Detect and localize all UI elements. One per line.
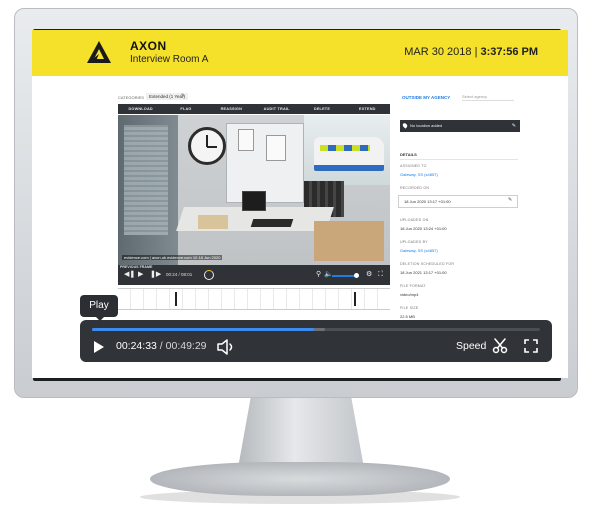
monitor-foot <box>150 462 450 496</box>
total-duration: 00:49:29 <box>165 340 207 352</box>
location-text: No location added <box>410 123 443 128</box>
inner-fullscreen-icon[interactable]: ⛶ <box>378 271 383 279</box>
timeline-marker[interactable] <box>354 292 356 306</box>
details-heading: DETAILS <box>400 152 417 157</box>
current-ampm: PM <box>521 46 539 58</box>
reassign-button[interactable]: REASSIGN <box>209 104 254 114</box>
audit-trail-button[interactable]: AUDIT TRAIL <box>254 104 299 114</box>
scene-boxes <box>314 221 384 261</box>
recorded-on-value: 18 Jun 2020 13:17 +01:00 <box>404 199 451 204</box>
uploaded-on-label: UPLOADED ON <box>400 218 429 222</box>
app-header: AXON Interview Room A MAR 30 2018 | 3:37… <box>32 30 568 76</box>
inner-player-controls: PREVIOUS FRAME ◀❚ ▶ ❚▶ 00:24 / 08:01 ⚲ 🔈… <box>118 265 390 285</box>
video-watermark: evidence.com | axon.uk evidence.com 10 1… <box>122 255 223 260</box>
agency-select[interactable]: Select agency <box>462 92 514 101</box>
scene-wall-clock <box>188 127 226 165</box>
scene-monitor <box>242 191 266 211</box>
uploaded-on-value: 18 Jun 2020 13:24 +01:00 <box>400 226 447 231</box>
speed-button[interactable]: Speed <box>456 340 486 352</box>
media-player-bar: 00:24:33 / 00:49:29 Speed <box>80 320 552 362</box>
previous-frame-label: PREVIOUS FRAME <box>120 265 153 269</box>
uploaded-by-label: UPLOADED BY <box>400 240 428 244</box>
scene-keyboard <box>250 219 294 227</box>
recorded-on-edit-icon[interactable]: ✎ <box>508 197 512 203</box>
location-edit-icon[interactable]: ✎ <box>512 120 516 132</box>
uploaded-by-value[interactable]: Gateway, SS (s4857) <box>400 248 438 253</box>
step-back-icon[interactable]: ◀❚ <box>124 271 135 279</box>
file-size-value: 22.5 MB <box>400 314 415 319</box>
play-button[interactable] <box>94 341 104 353</box>
play-tooltip: Play <box>80 295 118 321</box>
flag-button[interactable]: FLAG <box>163 104 208 114</box>
category-edit-icon[interactable]: ✎ <box>181 93 185 99</box>
time-separator: / <box>156 340 166 352</box>
brand-name: AXON <box>130 39 167 53</box>
extend-button[interactable]: EXTEND <box>345 104 390 114</box>
category-label: CATEGORIES <box>118 95 144 100</box>
scissors-icon[interactable] <box>492 338 508 354</box>
inner-volume-knob[interactable] <box>354 273 359 278</box>
deletion-value: 18 Jun 2021 13:17 +01:00 <box>400 270 447 275</box>
playback-time: 00:24:33 / 00:49:29 <box>116 340 207 352</box>
divider <box>400 159 518 160</box>
download-button[interactable]: DOWNLOAD <box>118 104 163 114</box>
inner-time: 00:24 / 08:01 <box>166 272 193 277</box>
current-date: MAR 30 2018 <box>404 46 472 58</box>
location-bar[interactable]: No location added ✎ <box>400 120 520 132</box>
file-format-label: FILE FORMAT <box>400 284 426 288</box>
assigned-to-label: ASSIGNED TO <box>400 164 427 168</box>
deletion-label: DELETION SCHEDULED FOR <box>400 262 455 266</box>
current-time: 3:37:56 <box>480 46 519 58</box>
progress-track[interactable] <box>92 328 540 331</box>
inner-play-icon[interactable]: ▶ <box>138 271 143 279</box>
evidence-action-bar: DOWNLOAD FLAG REASSIGN AUDIT TRAIL DELET… <box>118 104 390 114</box>
outside-agency-link[interactable]: OUTSIDE MY AGENCY <box>402 95 450 100</box>
recorded-on-label: RECORDED ON <box>400 186 430 190</box>
axon-logo-icon <box>87 41 111 63</box>
scene-notice <box>238 129 254 151</box>
date-separator: | <box>474 46 478 58</box>
volume-icon[interactable] <box>216 339 236 355</box>
timeline-marker[interactable] <box>175 292 177 306</box>
room-name: Interview Room A <box>130 54 209 65</box>
scene-notice <box>266 135 286 161</box>
assigned-to-value[interactable]: Gateway, SS (s4857) <box>400 172 438 177</box>
file-size-label: FILE SIZE <box>400 306 419 310</box>
fullscreen-icon[interactable] <box>524 339 538 353</box>
scene-window-blind <box>124 125 168 235</box>
scene-box <box>198 215 228 229</box>
video-frame[interactable]: evidence.com | axon.uk evidence.com 10 1… <box>118 115 390 265</box>
timeline-ruler[interactable] <box>118 288 390 310</box>
location-pin-icon <box>401 122 409 129</box>
settings-gear-icon[interactable]: ⚙ <box>366 271 372 279</box>
step-forward-icon[interactable]: ❚▶ <box>150 271 161 279</box>
file-format-value: video/mp4 <box>400 292 419 297</box>
monitor-neck <box>238 398 364 468</box>
delete-button[interactable]: DELETE <box>299 104 344 114</box>
current-playback-time: 00:24:33 <box>116 340 157 352</box>
zoom-icon[interactable]: ⚲ <box>316 271 321 279</box>
date-time: MAR 30 2018 | 3:37:56 PM <box>404 46 538 58</box>
inner-speed-dial-icon[interactable] <box>204 270 214 280</box>
progress-fill <box>92 328 315 331</box>
scene-police-car <box>314 137 384 171</box>
